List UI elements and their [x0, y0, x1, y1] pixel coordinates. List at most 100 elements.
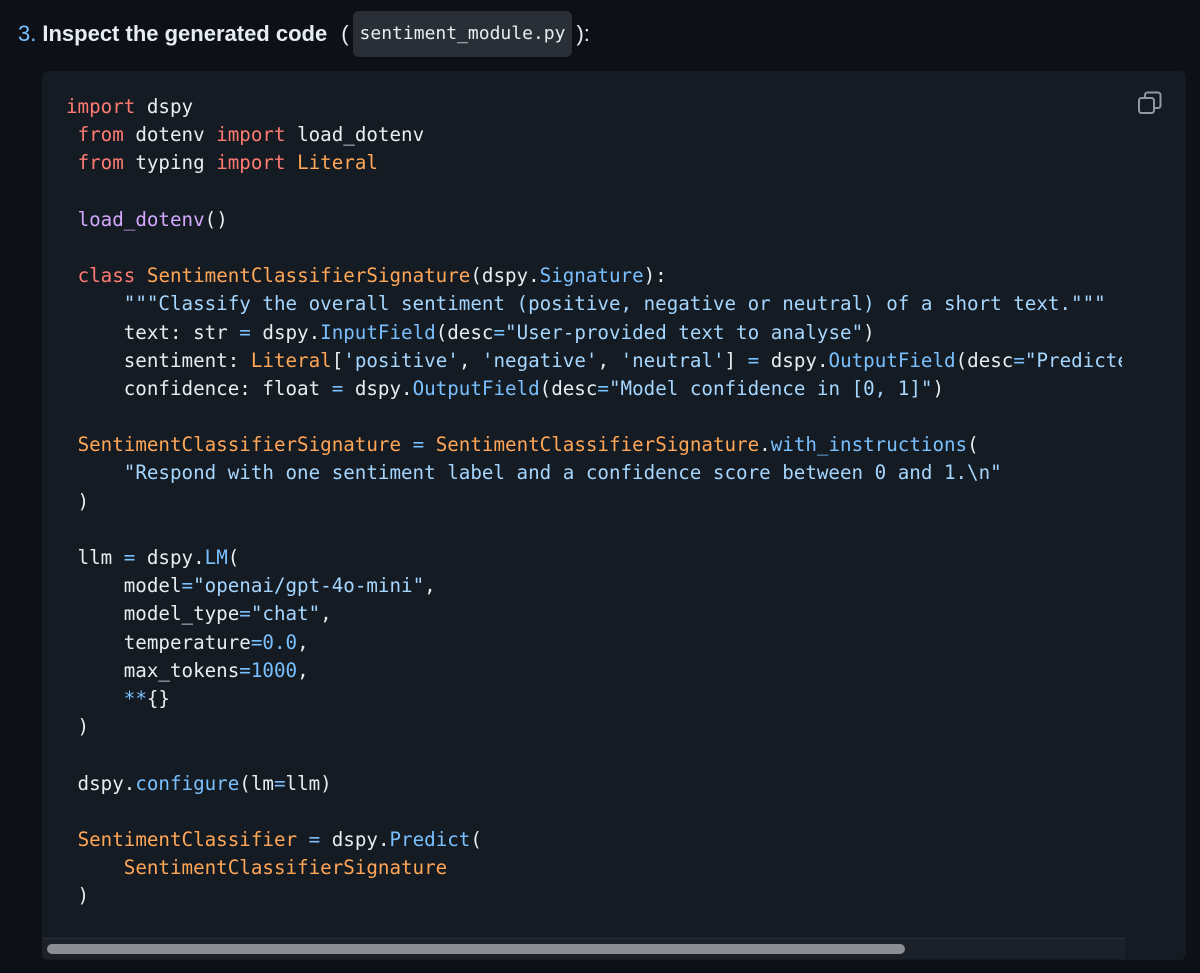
code-line: confidence: float = dspy.OutputField(des… — [66, 375, 1122, 403]
code-line: "Respond with one sentiment label and a … — [66, 459, 1122, 487]
code-token: from — [77, 123, 124, 147]
code-token: = — [331, 376, 344, 400]
code-token: SentimentClassifier — [77, 827, 298, 851]
code-token: dspy. — [66, 771, 136, 795]
code-line: max_tokens=1000, — [66, 657, 1122, 685]
code-token: ( — [470, 827, 482, 851]
code-token: = — [239, 658, 251, 682]
code-token: ( — [227, 546, 240, 569]
code-content: import dspy from dotenv import load_dote… — [66, 93, 1122, 933]
code-token: temperature — [66, 630, 251, 654]
code-token: ) — [66, 884, 90, 908]
code-token: (desc — [539, 376, 598, 400]
code-token: 1000 — [250, 658, 298, 682]
code-token: Literal — [250, 348, 332, 372]
code-token: , — [297, 658, 309, 682]
code-token: (dspy. — [470, 264, 540, 288]
code-line: temperature=0.0, — [66, 629, 1122, 657]
code-token: """Classify the overall sentiment (posit… — [123, 292, 1106, 316]
filename-code: sentiment_module.py — [352, 11, 573, 57]
code-token: "Predicted sentiment label" — [1024, 348, 1122, 372]
code-token: Literal — [297, 151, 378, 175]
code-token: , — [458, 348, 482, 372]
code-token: . — [759, 433, 771, 457]
code-token: = — [597, 376, 609, 400]
code-token: () — [204, 207, 228, 231]
code-line: """Classify the overall sentiment (posit… — [66, 290, 1122, 318]
code-token: "User-provided text to analyse" — [505, 320, 864, 344]
code-token: class — [77, 264, 136, 288]
code-token: model_type — [66, 602, 240, 626]
code-token: = — [239, 602, 251, 626]
code-line: ) — [66, 488, 1122, 516]
code-token: InputField — [320, 320, 436, 344]
copy-icon[interactable] — [1136, 89, 1164, 117]
code-token: 'negative' — [481, 348, 598, 372]
code-line: class SentimentClassifierSignature(dspy.… — [66, 262, 1122, 290]
code-token: LM — [204, 546, 228, 569]
code-token: ) — [863, 320, 875, 344]
close-paren: ): — [576, 21, 590, 46]
code-token: "Model confidence in [0, 1]" — [608, 376, 933, 400]
code-token: , — [424, 574, 436, 598]
code-token: = — [747, 348, 760, 372]
code-token: (desc — [435, 320, 494, 344]
copy-button[interactable] — [1136, 89, 1164, 117]
section-heading: 3. Inspect the generated code ( sentimen… — [18, 11, 594, 57]
code-token: , — [597, 348, 621, 372]
code-token: import — [66, 95, 136, 118]
code-token: 'neutral' — [620, 348, 725, 372]
code-token: ** — [123, 686, 147, 710]
code-token: typing — [123, 151, 217, 175]
code-line: SentimentClassifier = dspy.Predict( — [66, 826, 1122, 854]
code-line: model_type="chat", — [66, 600, 1122, 628]
code-token: (desc — [955, 348, 1014, 372]
code-token: dspy. — [250, 320, 321, 344]
step-title: Inspect the generated code — [42, 21, 328, 46]
code-token: = — [250, 630, 263, 654]
code-token: = — [1013, 348, 1025, 372]
code-token: max_tokens — [66, 658, 240, 682]
code-token: [ — [331, 348, 344, 372]
code-token: ] — [724, 348, 748, 372]
code-line: from typing import Literal — [66, 149, 1122, 177]
code-token: (lm — [239, 771, 274, 795]
code-token: import — [216, 151, 286, 175]
scrollbar-thumb[interactable] — [47, 944, 905, 954]
code-token: ): — [643, 264, 667, 288]
code-line: sentiment: Literal['positive', 'negative… — [66, 347, 1122, 375]
code-token: load_dotenv — [77, 207, 205, 231]
open-paren: ( — [341, 21, 349, 46]
code-token: , — [320, 602, 332, 626]
code-token: from — [77, 151, 124, 175]
code-token: , — [297, 630, 309, 654]
code-line: SentimentClassifierSignature = Sentiment… — [66, 431, 1122, 459]
code-token: = — [273, 771, 286, 795]
code-token: dspy. — [135, 546, 205, 569]
code-token: SentimentClassifierSignature — [77, 433, 402, 457]
code-token: configure — [135, 771, 240, 795]
code-token: = — [493, 320, 506, 344]
code-token: import — [216, 123, 286, 147]
code-token: = — [123, 546, 136, 569]
code-line: load_dotenv() — [66, 206, 1122, 234]
code-line: import dspy — [66, 93, 1122, 121]
horizontal-scrollbar[interactable] — [42, 938, 1125, 959]
code-line: model="openai/gpt-4o-mini", — [66, 572, 1122, 600]
code-token: text: str — [66, 320, 240, 344]
code-token: dspy. — [320, 827, 390, 851]
code-token: dspy. — [759, 348, 829, 372]
